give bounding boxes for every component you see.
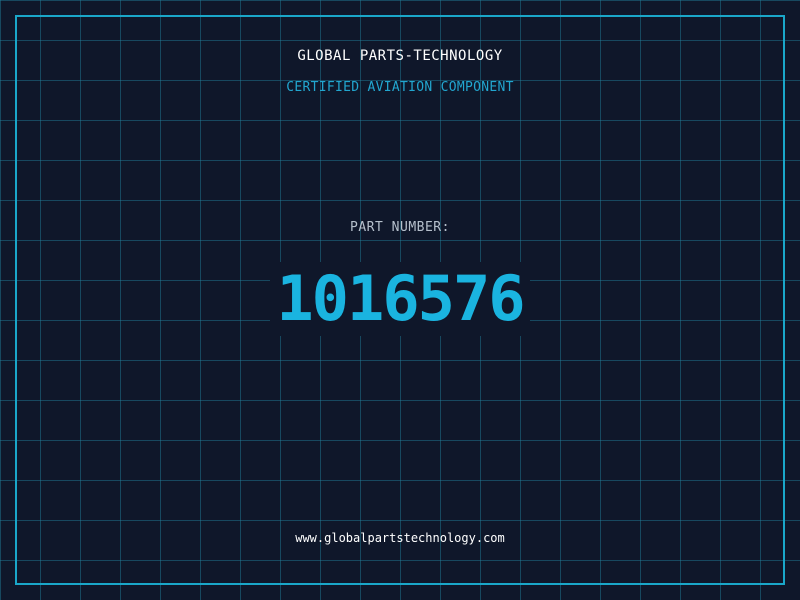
part-number-label: PART NUMBER: [350,220,450,235]
certification-subtitle: CERTIFIED AVIATION COMPONENT [286,80,514,95]
website-url: www.globalpartstechnology.com [295,531,505,545]
part-card: GLOBAL PARTS-TECHNOLOGY CERTIFIED AVIATI… [0,0,800,600]
part-number-value: 1016576 [270,262,530,336]
company-name: GLOBAL PARTS-TECHNOLOGY [297,48,503,64]
part-number-container: 1016576 [0,262,800,336]
